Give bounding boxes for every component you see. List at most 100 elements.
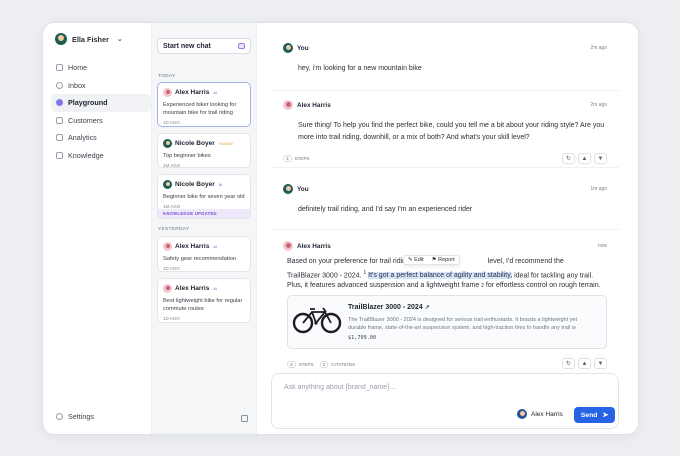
chat-preview: Best lightweight bike for regular commut… [163, 298, 243, 312]
agent-tag: AI [213, 286, 217, 291]
text-part: for effortless control on rough terrain. [485, 282, 601, 290]
chat-time: 1M AGO [163, 163, 181, 168]
agent-tag: AI [213, 244, 217, 249]
steps-pill[interactable]: 3 STEPS [287, 361, 314, 368]
agent-selector[interactable]: Alex Harris [517, 409, 563, 419]
message-header: Alex Harris [283, 100, 331, 110]
chat-time: 1D AGO [163, 120, 180, 125]
thumbs-down-icon[interactable]: ▼ [594, 153, 607, 164]
contact-name: Alex Harris [175, 243, 210, 250]
contact-avatar [163, 284, 172, 293]
agent-tag: AI [218, 182, 223, 187]
send-button[interactable]: Send ➤ [574, 407, 615, 423]
thumbs-up-icon[interactable]: ▲ [578, 358, 591, 369]
message-composer[interactable]: Ask anything about {brand_name}... Alex … [271, 373, 619, 429]
menu-item-playground[interactable]: Playground [51, 94, 151, 112]
chat-card[interactable]: Nicole Boyer HUMAN Top beginner bikes 1M … [157, 133, 251, 168]
message-time: now [597, 243, 607, 249]
product-title-text: TrailBlazer 3000 - 2024 [348, 304, 423, 311]
citations-count: 2 [319, 361, 329, 368]
agent-tag: AI [213, 90, 217, 95]
composer-placeholder[interactable]: Ask anything about {brand_name}... [284, 384, 395, 391]
citation-marker[interactable]: 2 [481, 283, 484, 289]
message-actions: ↻ ▲ ▼ [562, 358, 607, 369]
steps-label: STEPS [294, 156, 310, 161]
message-author: Alex Harris [297, 101, 331, 109]
product-description: The TrailBlazer 3000 - 2024 is designed … [348, 316, 604, 332]
message-author: Alex Harris [297, 242, 331, 250]
text-part: TrailBlazer 3000 - 2024. [287, 271, 362, 279]
menu-item-home[interactable]: Home [51, 59, 151, 77]
report-label: Report [438, 257, 455, 263]
chat-card[interactable]: Alex Harris AI Best lightweight bike for … [157, 278, 251, 323]
message-header: Alex Harris [283, 241, 331, 251]
citations-pill[interactable]: 2 CITATIONS [319, 361, 356, 368]
start-new-chat-button[interactable]: Start new chat [157, 38, 251, 54]
home-icon [56, 64, 63, 72]
chat-card[interactable]: Nicole Boyer AI Beginner bike for seven y… [157, 174, 251, 219]
knowledge-icon [56, 151, 63, 159]
external-link-icon: ↗ [424, 305, 430, 311]
chat-preview: Experienced biker looking for mountain b… [163, 102, 237, 116]
menu-item-analytics[interactable]: Analytics [51, 129, 151, 147]
message: You 1m ago definitely trail riding, and … [271, 184, 619, 230]
chat-preview: Safety gear recommendation [163, 256, 237, 262]
menu-item-inbox[interactable]: Inbox [51, 77, 151, 95]
citations-label: CITATIONS [331, 362, 356, 367]
contact-name: Alex Harris [175, 89, 210, 96]
steps-count: 3 [287, 361, 296, 368]
knowledge-updated-badge: KNOWLEDGE UPDATED [158, 209, 250, 218]
app-window: Ella Fisher ⌄ Home Inbox Playground Cust… [42, 22, 639, 435]
steps-label: STEPS [298, 362, 314, 367]
text-part: ideal for tackling any trail. [514, 271, 594, 279]
agent-name: Alex Harris [531, 410, 563, 418]
menu-item-label: Knowledge [68, 150, 104, 160]
description-line: durable frame, state-of-the-art suspensi… [348, 325, 576, 331]
user-name: Ella Fisher [72, 34, 109, 44]
menu-item-label: Inbox [68, 80, 86, 90]
contact-avatar [163, 242, 172, 251]
section-today: TODAY [158, 74, 176, 79]
product-card[interactable]: TrailBlazer 3000 - 2024 ↗ The TrailBlaze… [287, 295, 607, 349]
thumbs-up-icon[interactable]: ▲ [578, 153, 591, 164]
regenerate-icon[interactable]: ↻ [562, 358, 575, 369]
product-price: $1,709.00 [348, 335, 377, 341]
chat-card[interactable]: Alex Harris AI Safety gear recommendation… [157, 236, 251, 272]
citation-marker[interactable]: 1 [363, 270, 366, 276]
message-footer: 3 STEPS 2 CITATIONS [287, 361, 355, 368]
left-nav: Ella Fisher ⌄ Home Inbox Playground Cust… [43, 23, 151, 434]
message-header: You [283, 43, 309, 53]
menu-item-knowledge[interactable]: Knowledge [51, 147, 151, 165]
menu-item-label: Analytics [68, 133, 97, 143]
menu-item-label: Customers [68, 115, 103, 125]
menu-item-label: Playground [68, 98, 108, 108]
text-part: level, I'd recommend the [487, 258, 564, 265]
edit-button[interactable]: ✎ Edit [408, 257, 424, 263]
product-title[interactable]: TrailBlazer 3000 - 2024 ↗ [348, 304, 430, 311]
settings-link[interactable]: Settings [56, 412, 94, 421]
message-actions: ↻ ▲ ▼ [562, 153, 607, 164]
report-button[interactable]: ⚑ Report [432, 257, 455, 263]
steps-pill[interactable]: 3 STEPS [283, 155, 310, 162]
customers-icon [56, 116, 63, 124]
user-switcher[interactable]: Ella Fisher ⌄ [55, 33, 123, 45]
agent-avatar [517, 409, 527, 419]
message-text: Sure thing! To help you find the perfect… [298, 122, 605, 141]
message-time: 2m ago [590, 45, 607, 51]
menu-item-customers[interactable]: Customers [51, 112, 151, 130]
message-author: You [297, 185, 309, 193]
thumbs-down-icon[interactable]: ▼ [594, 358, 607, 369]
agent-avatar [283, 241, 293, 251]
main-menu: Home Inbox Playground Customers Analytic… [51, 59, 151, 164]
selected-text[interactable]: It's got a perfect balance of agility an… [368, 271, 513, 279]
edit-label: Edit [414, 257, 424, 263]
chat-time: 1D AGO [163, 266, 180, 271]
contact-name: Nicole Boyer [175, 140, 215, 147]
message-text: definitely trail riding, and I'd say I'm… [298, 206, 473, 213]
contact-name: Alex Harris [175, 285, 210, 292]
playground-icon [56, 99, 63, 107]
chat-preview: Top beginner bikes [163, 153, 211, 159]
collapse-sidebar-icon[interactable] [241, 415, 248, 422]
regenerate-icon[interactable]: ↻ [562, 153, 575, 164]
chat-card[interactable]: Alex Harris AI Experienced biker looking … [157, 82, 251, 127]
